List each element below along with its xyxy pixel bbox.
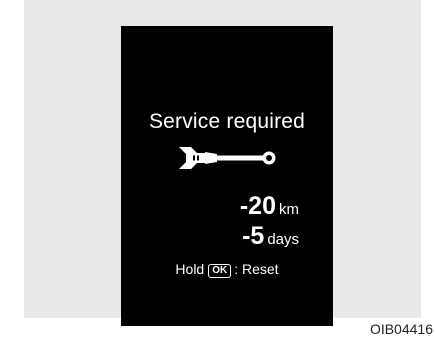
- wrench-icon: [179, 147, 276, 169]
- reset-hint-suffix: : Reset: [234, 261, 279, 277]
- ok-key-icon: OK: [208, 264, 232, 278]
- reset-hint: Hold OK: Reset: [121, 261, 333, 278]
- days-unit: days: [267, 231, 299, 248]
- distance-value: -20: [239, 192, 276, 220]
- service-title: Service required: [148, 110, 306, 133]
- figure-code: OIB04416: [369, 321, 433, 337]
- reset-hint-prefix: Hold: [175, 261, 205, 277]
- distance-unit: km: [279, 201, 299, 218]
- days-remaining: -5 days: [242, 222, 299, 251]
- cluster-display: Service required -20 km -5 days Hold OK: Re…: [121, 26, 333, 326]
- days-value: -5: [242, 222, 265, 250]
- distance-remaining: -20 km: [240, 192, 299, 221]
